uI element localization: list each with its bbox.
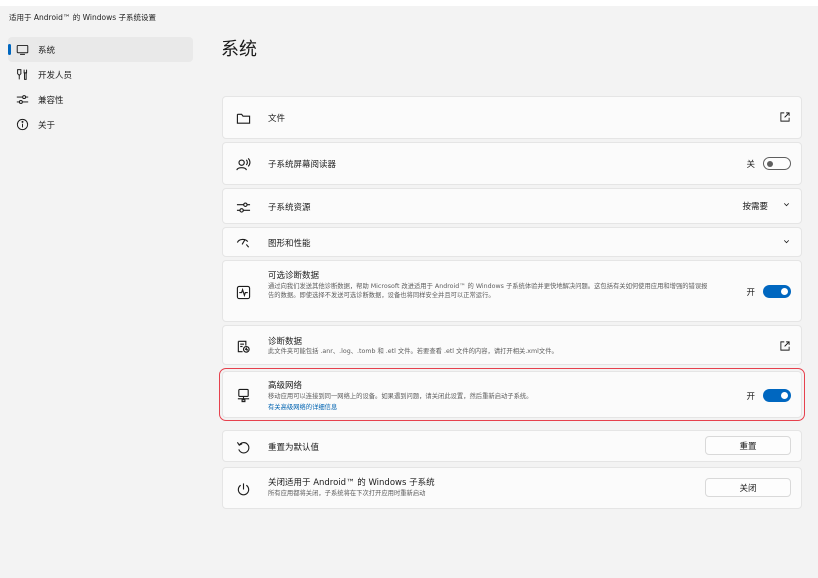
- setting-title: 图形和性能: [268, 239, 311, 249]
- reset-button[interactable]: 重置: [705, 436, 791, 455]
- setting-title: 子系统屏幕阅读器: [268, 160, 337, 170]
- folder-icon: [235, 110, 251, 126]
- monitor-icon: [16, 43, 29, 56]
- setting-resources[interactable]: 子系统资源 按需要: [222, 188, 802, 224]
- setting-diagnostic-data[interactable]: 诊断数据 此文件夹可能包括 .anr、.log、.tomb 和 .etl 文件。…: [222, 325, 802, 365]
- setting-shutdown: 关闭适用于 Android™ 的 Windows 子系统 所有应用都将关闭，子系…: [222, 467, 802, 509]
- setting-title: 关闭适用于 Android™ 的 Windows 子系统: [268, 478, 435, 488]
- sidebar-item-system[interactable]: 系统: [8, 37, 193, 62]
- setting-description: 所有应用都将关闭，子系统将在下次打开应用时重新启动: [268, 490, 426, 497]
- screen-reader-icon: [235, 156, 251, 172]
- gauge-icon: [235, 235, 251, 251]
- setting-description: 通过向我们发送其他诊断数据，帮助 Microsoft 改进适用于 Android…: [268, 283, 708, 299]
- open-external-icon[interactable]: [779, 111, 791, 126]
- reset-icon: [235, 439, 251, 455]
- screen-reader-toggle[interactable]: [763, 157, 791, 170]
- developer-tools-icon: [16, 68, 29, 81]
- sidebar-item-label: 开发人员: [38, 71, 73, 81]
- setting-files[interactable]: 文件: [222, 96, 802, 139]
- toggle-state-label: 关: [746, 159, 755, 170]
- advanced-networking-toggle[interactable]: [763, 389, 791, 402]
- advanced-networking-info-link[interactable]: 有关高级网络的详细信息: [268, 402, 337, 411]
- sidebar-item-about[interactable]: 关于: [8, 112, 193, 137]
- setting-title: 高级网络: [268, 381, 303, 391]
- setting-advanced-networking: 高级网络 移动应用可以连接到同一网络上的设备。如果遇到问题，请关闭此设置，然后重…: [219, 368, 805, 421]
- setting-description: 此文件夹可能包括 .anr、.log、.tomb 和 .etl 文件。若要查看 …: [268, 348, 558, 355]
- sliders-icon: [235, 199, 251, 215]
- window-top-edge: [0, 0, 818, 6]
- sidebar-item-developers[interactable]: 开发人员: [8, 62, 193, 87]
- setting-title: 子系统资源: [268, 203, 311, 213]
- active-indicator: [8, 44, 11, 55]
- resources-value[interactable]: 按需要: [742, 200, 768, 212]
- open-external-icon[interactable]: [779, 340, 791, 355]
- setting-title: 诊断数据: [268, 337, 303, 347]
- power-icon: [235, 481, 251, 497]
- setting-screen-reader: 子系统屏幕阅读器 关: [222, 142, 802, 185]
- activity-icon: [235, 284, 251, 300]
- sidebar-nav: 系统 开发人员 兼容性 关于: [8, 37, 193, 137]
- setting-reset: 重置为默认值 重置: [222, 430, 802, 462]
- toggle-state-label: 开: [746, 391, 755, 402]
- setting-title: 重置为默认值: [268, 443, 320, 453]
- sidebar-item-label: 系统: [38, 46, 56, 56]
- sidebar-item-label: 关于: [38, 121, 56, 131]
- page-title: 系统: [221, 39, 257, 60]
- window-title: 适用于 Android™ 的 Windows 子系统设置: [9, 13, 157, 22]
- sidebar-item-compatibility[interactable]: 兼容性: [8, 87, 193, 112]
- setting-description: 移动应用可以连接到同一网络上的设备。如果遇到问题，请关闭此设置，然后重新启动子系…: [268, 393, 533, 400]
- sliders-icon: [16, 93, 29, 106]
- shutdown-button[interactable]: 关闭: [705, 478, 791, 497]
- chevron-down-icon[interactable]: [782, 237, 791, 249]
- optional-diagnostics-toggle[interactable]: [763, 285, 791, 298]
- chevron-down-icon[interactable]: [782, 200, 791, 212]
- toggle-state-label: 开: [746, 287, 755, 298]
- sidebar-item-label: 兼容性: [38, 96, 64, 106]
- setting-optional-diagnostics: 可选诊断数据 通过向我们发送其他诊断数据，帮助 Microsoft 改进适用于 …: [222, 260, 802, 322]
- diagnostic-file-icon: [235, 338, 251, 354]
- setting-title: 文件: [268, 114, 286, 124]
- setting-graphics[interactable]: 图形和性能: [222, 227, 802, 257]
- network-icon: [235, 387, 251, 403]
- info-icon: [16, 118, 29, 131]
- setting-title: 可选诊断数据: [268, 271, 320, 281]
